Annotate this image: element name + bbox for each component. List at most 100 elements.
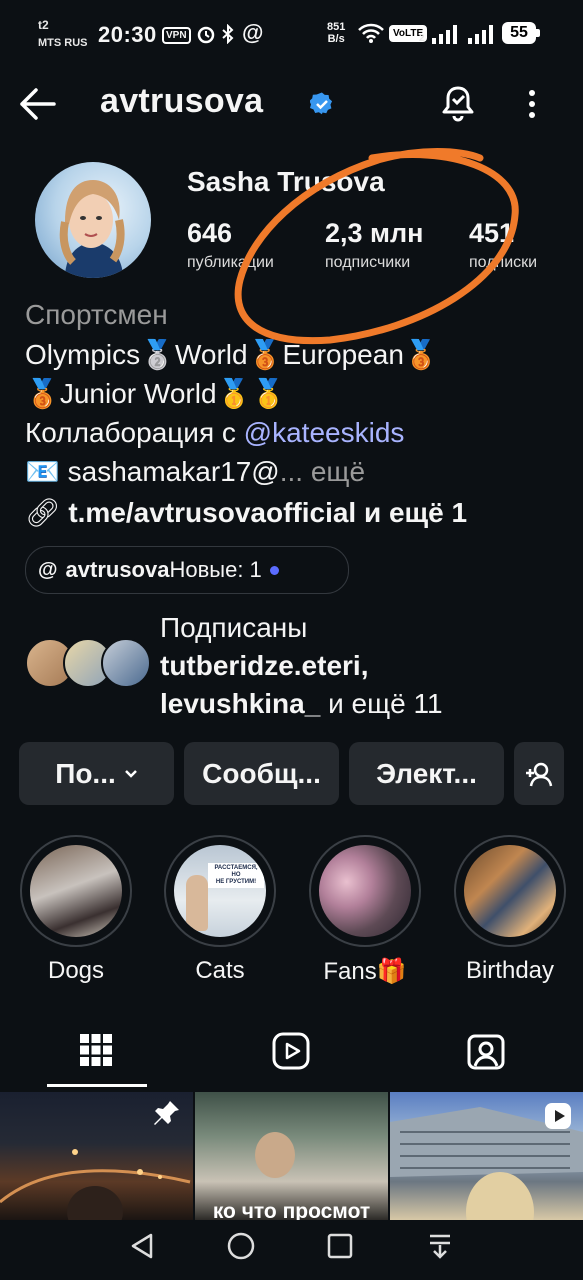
stat-following-label: подписки [469, 254, 538, 271]
highlight-label: Birthday [465, 957, 555, 984]
mutual-avatar-3 [101, 638, 151, 688]
highlight-ring: РАССТАЕМСЯ, НО НЕ ГРУСТИМ! [164, 835, 276, 947]
email-button-label: Элект... [376, 757, 477, 789]
status-time: 20:30 [98, 22, 157, 47]
back-arrow-icon[interactable] [18, 86, 58, 122]
followed-by-avatars[interactable] [25, 638, 151, 688]
net-speed-unit: B/s [327, 33, 345, 45]
stat-followers[interactable]: 2,3 млн подписчики [325, 218, 423, 272]
threads-icon: @ [38, 558, 58, 581]
wifi-icon [358, 23, 384, 43]
story-sticker: РАССТАЕМСЯ, НО НЕ ГРУСТИМ! [208, 863, 264, 888]
bio-link-more[interactable]: и ещё 1 [356, 497, 467, 528]
active-tab-indicator [47, 1084, 147, 1087]
story-text-3: НЕ ГРУСТИМ! [215, 879, 257, 885]
followed-by-title: Подписаны [160, 612, 308, 643]
battery-tip [536, 29, 540, 37]
reel-badge-icon [545, 1103, 571, 1129]
highlight-ring [454, 835, 566, 947]
highlight-label: Cats [195, 957, 245, 984]
highlight-label: Fans🎁 [323, 958, 407, 985]
carrier-2: MTS RUS [38, 37, 88, 49]
tagged-icon[interactable] [467, 1032, 505, 1070]
nav-recents-button[interactable] [320, 1226, 360, 1266]
stat-followers-value: 2,3 млн [325, 218, 424, 248]
story-text-2: НО [231, 872, 241, 878]
highlight-label: Dogs [47, 957, 105, 984]
profile-username: avtrusova [100, 82, 264, 120]
highlight-dogs[interactable]: Dogs [18, 835, 134, 985]
more-vertical-icon[interactable] [526, 88, 538, 120]
bio-more-link[interactable]: ... ещё [280, 456, 365, 487]
message-button[interactable]: Сообщ... [184, 742, 339, 805]
stat-following[interactable]: 451 подписки [469, 218, 537, 272]
threads-badge-new: Новые: 1 [169, 557, 262, 582]
display-name: Sasha Trusova [187, 166, 385, 197]
nav-back-button[interactable] [122, 1226, 162, 1266]
threads-badge-user: avtrusova [65, 557, 170, 582]
followed-by-more: и ещё 11 [320, 688, 443, 719]
highlight-ring [20, 835, 132, 947]
bell-check-icon[interactable] [440, 84, 476, 122]
bio-external-link[interactable]: t.me/avtrusovaofficial [68, 497, 356, 528]
grid-post-2[interactable]: ко что просмот [195, 1092, 388, 1220]
followed-by-user-1: tutberidze.eteri, [160, 650, 369, 681]
story-person [186, 875, 208, 931]
bluetooth-icon [222, 24, 234, 44]
stat-following-value: 451 [469, 218, 515, 248]
chevron-down-icon [124, 769, 137, 778]
stat-posts-value: 646 [187, 218, 233, 248]
sim-index: 2 [419, 33, 425, 44]
post-face [255, 1132, 295, 1178]
followed-by-text[interactable]: Подписаны tutberidze.eteri, levushkina_ … [160, 609, 443, 723]
profile-category: Спортсмен [25, 299, 168, 330]
grid-post-3[interactable] [390, 1092, 583, 1220]
signal-icon-2 [468, 25, 493, 44]
alarm-icon [197, 26, 215, 44]
threads-mention-icon: @ [243, 417, 273, 448]
bio-collab-text: Коллаборация с [25, 417, 244, 448]
bio-email-text: 📧 sashamakar17 [25, 456, 252, 487]
stat-posts[interactable]: 646 публикации [187, 218, 274, 272]
recents-square-icon [327, 1233, 353, 1259]
follow-button[interactable]: По... [19, 742, 174, 805]
home-circle-icon [227, 1232, 255, 1260]
android-nav-bar [0, 1220, 583, 1280]
at-icon: @ [242, 20, 264, 45]
nav-home-button[interactable] [221, 1226, 261, 1266]
net-speed-value: 851 [327, 21, 346, 33]
nav-menu-button[interactable] [420, 1226, 460, 1266]
pinned-icon [154, 1101, 179, 1125]
avatar-portrait [59, 180, 125, 278]
back-triangle-icon [131, 1233, 153, 1259]
signal-icon-1 [432, 25, 457, 44]
vpn-chip: VPN [162, 27, 191, 44]
grid-post-1[interactable] [0, 1092, 193, 1220]
highlight-birthday[interactable]: Birthday [452, 835, 568, 985]
followed-by-user-2: levushkina_ [160, 688, 321, 719]
email-button[interactable]: Элект... [349, 742, 504, 805]
bio-line-4: 📧 sashamakar17@... ещё [25, 452, 365, 491]
post-caption: ко что просмот [212, 1200, 371, 1220]
add-person-icon [526, 762, 553, 786]
battery-icon: 55 [502, 22, 536, 44]
battery-level: 55 [510, 24, 528, 41]
reels-icon[interactable] [272, 1032, 310, 1070]
new-dot [269, 565, 279, 575]
threads-inline-icon: @ [251, 456, 280, 487]
bio-link-row[interactable]: 🔗︎ t.me/avtrusovaofficial и ещё 1 [25, 493, 467, 532]
threads-badge[interactable]: @ avtrusova Новые: 1 [25, 546, 349, 594]
message-button-label: Сообщ... [202, 757, 321, 789]
bio-line-2: 🥉Junior World🥇🥇 [25, 378, 287, 409]
highlight-cats[interactable]: РАССТАЕМСЯ, НО НЕ ГРУСТИМ! Cats [162, 835, 278, 985]
highlight-birthday-cover [464, 845, 556, 937]
carrier-1: t2 [38, 18, 49, 32]
link-icon: 🔗︎ [25, 497, 61, 528]
suggest-people-button[interactable] [514, 742, 564, 805]
highlight-fans-cover [319, 845, 411, 937]
grid-icon[interactable] [80, 1034, 112, 1066]
highlight-fans[interactable]: Fans🎁 [307, 835, 423, 986]
bio-line-3: Коллаборация с @kateeskids [25, 413, 404, 452]
profile-avatar[interactable] [35, 162, 151, 278]
bio-mention-link[interactable]: kateeskids [272, 417, 404, 448]
